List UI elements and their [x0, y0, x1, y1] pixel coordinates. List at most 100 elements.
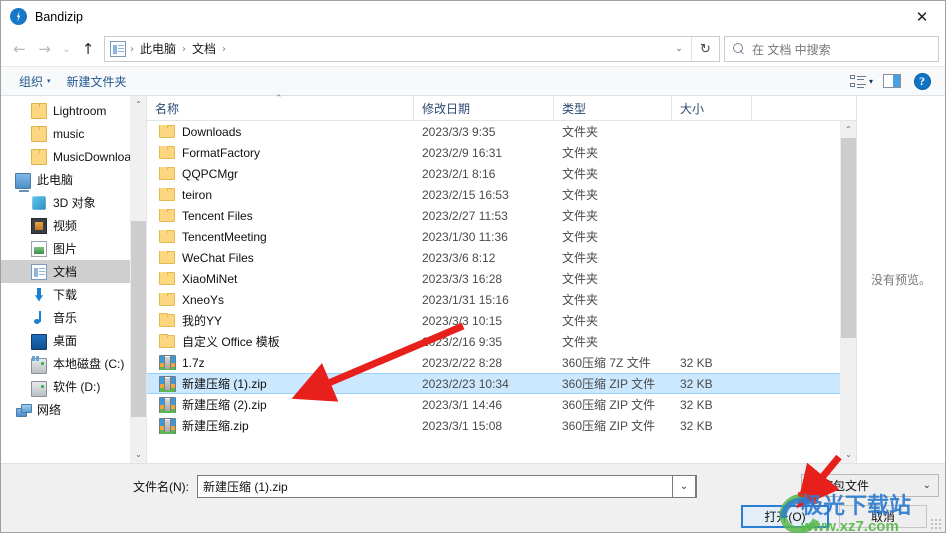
column-header-label: 名称	[155, 101, 180, 116]
sidebar-item-10[interactable]: 桌面	[1, 329, 146, 352]
pictures-icon	[31, 240, 47, 257]
file-list-scroll-thumb[interactable]	[841, 138, 856, 338]
sidebar-item-label: 3D 对象	[53, 196, 96, 210]
sidebar-item-2[interactable]: MusicDownloa	[1, 145, 146, 168]
recent-locations-button[interactable]: ⌄	[57, 36, 76, 62]
table-row[interactable]: WeChat Files 2023/3/6 8:12 文件夹	[147, 247, 840, 268]
table-row[interactable]: 新建压缩 (2).zip 2023/3/1 14:46 360压缩 ZIP 文件 32…	[147, 394, 840, 415]
folder-icon	[159, 334, 175, 348]
file-name-label: teiron	[182, 187, 213, 202]
file-list-scrollbar[interactable]: ⌃ ⌄	[840, 121, 856, 463]
table-row[interactable]: 1.7z 2023/2/22 8:28 360压缩 7Z 文件 32 KB	[147, 352, 840, 373]
sidebar-item-12[interactable]: 软件 (D:)	[1, 375, 146, 398]
sidebar-item-3[interactable]: 此电脑	[1, 168, 146, 192]
sidebar-item-label: 本地磁盘 (C:)	[53, 357, 125, 371]
toolbar-right-group: ▾ ?	[844, 68, 937, 94]
desktop-icon	[31, 333, 47, 350]
file-type-cell: 文件夹	[562, 251, 599, 265]
sidebar-item-1[interactable]: music	[1, 122, 146, 145]
file-name-cell: teiron	[147, 187, 414, 202]
file-name-cell: 新建压缩 (1).zip	[147, 375, 414, 392]
file-type-cell: 文件夹	[562, 314, 599, 328]
file-list-scroll-area: Downloads 2023/3/3 9:35 文件夹 FormatFactory 20…	[147, 121, 856, 463]
close-icon[interactable]: ✕	[899, 1, 945, 32]
preview-pane-button[interactable]	[877, 68, 907, 94]
up-button[interactable]: ↑	[76, 36, 100, 62]
search-box[interactable]: 在 文档 中搜索	[724, 36, 939, 62]
table-row[interactable]: XneoYs 2023/1/31 15:16 文件夹	[147, 289, 840, 310]
sidebar-item-6[interactable]: 图片	[1, 237, 146, 260]
file-name-label: WeChat Files	[182, 250, 254, 265]
window-title: Bandizip	[35, 9, 83, 24]
file-modified-cell: 2023/1/31 15:16	[422, 292, 509, 307]
filename-input[interactable]: 新建压缩 (1).zip ⌄	[197, 474, 697, 498]
cancel-button[interactable]: 取消	[839, 505, 927, 528]
chevron-down-icon[interactable]: ⌄	[672, 474, 696, 498]
breadcrumb-this-pc[interactable]: 此电脑	[136, 37, 180, 61]
table-row[interactable]: Downloads 2023/3/3 9:35 文件夹	[147, 121, 840, 142]
video-icon	[31, 217, 47, 234]
table-row[interactable]: FormatFactory 2023/2/9 16:31 文件夹	[147, 142, 840, 163]
column-header-3[interactable]: 大小	[672, 96, 752, 120]
sidebar-item-label: 此电脑	[37, 173, 74, 187]
sidebar-item-0[interactable]: Lightroom	[1, 99, 146, 122]
table-row[interactable]: Tencent Files 2023/2/27 11:53 文件夹	[147, 205, 840, 226]
navigation-bar: ← → ⌄ ↑ › 此电脑 › 文档 › ⌄ ↻ 在 文档 中搜索	[1, 32, 945, 66]
command-toolbar: 组织 ▾ 新建文件夹 ▾ ?	[1, 66, 945, 96]
file-open-dialog: Bandizip ✕ ← → ⌄ ↑ › 此电脑 › 文档 › ⌄ ↻ 在 文档…	[0, 0, 946, 533]
sidebar-item-5[interactable]: 视频	[1, 214, 146, 237]
file-name-label: 自定义 Office 模板	[182, 335, 280, 349]
help-button[interactable]: ?	[907, 68, 937, 94]
back-button[interactable]: ←	[7, 36, 32, 62]
scroll-down-icon[interactable]: ⌄	[841, 446, 856, 463]
file-type-cell: 文件夹	[562, 125, 599, 139]
chevron-down-icon[interactable]: ▾	[869, 77, 873, 86]
sidebar-item-4[interactable]: 3D 对象	[1, 191, 146, 214]
column-header-1[interactable]: 修改日期	[414, 96, 554, 120]
open-button[interactable]: 打开(O)	[741, 505, 829, 528]
sidebar-scroll-thumb[interactable]	[131, 221, 146, 417]
file-name-cell: FormatFactory	[147, 145, 414, 160]
file-modified-cell: 2023/1/30 11:36	[422, 229, 508, 244]
dialog-footer: 文件名(N): 新建压缩 (1).zip ⌄ 压缩包文件 ⌄ 打开(O) 取消	[1, 464, 945, 532]
sidebar-item-7[interactable]: 文档	[1, 260, 146, 283]
network-icon	[15, 402, 32, 418]
sidebar-item-9[interactable]: 音乐	[1, 306, 146, 329]
forward-button[interactable]: →	[32, 36, 57, 62]
new-folder-button[interactable]: 新建文件夹	[59, 73, 135, 90]
scroll-down-icon[interactable]: ⌄	[131, 446, 146, 463]
file-name-cell: XiaoMiNet	[147, 271, 414, 286]
new-folder-label: 新建文件夹	[66, 74, 127, 89]
chevron-down-icon[interactable]: ⌄	[667, 37, 691, 61]
table-row[interactable]: 我的YY 2023/3/3 10:15 文件夹	[147, 310, 840, 331]
sidebar-item-8[interactable]: 下载	[1, 283, 146, 306]
folder-icon	[31, 102, 47, 119]
scroll-up-icon[interactable]: ⌃	[841, 121, 856, 138]
column-header-0[interactable]: 名称 ⌃	[147, 95, 414, 120]
column-header-2[interactable]: 类型	[554, 96, 672, 120]
preview-pane-icon	[883, 74, 901, 88]
table-row[interactable]: XiaoMiNet 2023/3/3 16:28 文件夹	[147, 268, 840, 289]
table-row[interactable]: 新建压缩 (1).zip 2023/2/23 10:34 360压缩 ZIP 文件 3…	[147, 373, 840, 394]
sidebar-item-13[interactable]: 网络	[1, 398, 146, 421]
table-row[interactable]: 自定义 Office 模板 2023/2/16 9:35 文件夹	[147, 331, 840, 352]
breadcrumb-documents[interactable]: 文档	[188, 37, 220, 61]
sidebar-scrollbar[interactable]: ⌃ ⌄	[130, 96, 146, 463]
table-row[interactable]: TencentMeeting 2023/1/30 11:36 文件夹	[147, 226, 840, 247]
address-bar[interactable]: › 此电脑 › 文档 › ⌄ ↻	[104, 36, 720, 62]
file-type-cell: 360压缩 ZIP 文件	[562, 398, 656, 412]
resize-grip[interactable]	[931, 519, 941, 529]
sidebar-item-11[interactable]: 本地磁盘 (C:)	[1, 352, 146, 375]
file-modified-cell: 2023/3/3 10:15	[422, 313, 503, 328]
refresh-icon[interactable]: ↻	[691, 37, 719, 61]
file-type-filter[interactable]: 压缩包文件 ⌄	[801, 474, 939, 497]
table-row[interactable]: teiron 2023/2/15 16:53 文件夹	[147, 184, 840, 205]
scroll-up-icon[interactable]: ⌃	[131, 96, 146, 113]
table-row[interactable]: QQPCMgr 2023/2/1 8:16 文件夹	[147, 163, 840, 184]
file-name-label: XiaoMiNet	[182, 271, 238, 286]
file-modified-cell: 2023/3/3 16:28	[422, 271, 503, 286]
table-row[interactable]: 新建压缩.zip 2023/3/1 15:08 360压缩 ZIP 文件 32 KB	[147, 415, 840, 436]
organize-button[interactable]: 组织 ▾	[11, 73, 59, 90]
file-name-label: 1.7z	[182, 355, 205, 370]
file-modified-cell: 2023/3/6 8:12	[422, 250, 496, 265]
